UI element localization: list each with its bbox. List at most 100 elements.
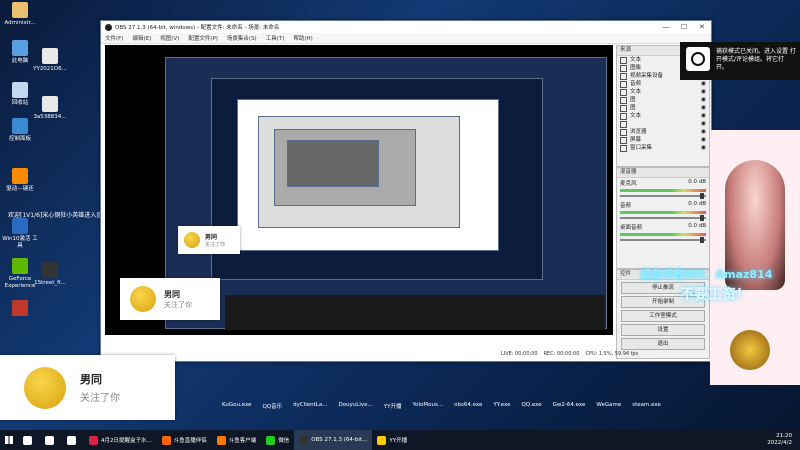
app-label[interactable]: YY开播 — [384, 402, 402, 410]
desktop-icon[interactable]: 驱动—键还 — [0, 168, 40, 193]
minimize-icon[interactable]: — — [657, 23, 675, 31]
taskbar-label: 斗鱼直播伴侣 — [173, 438, 207, 444]
source-item[interactable]: 文本 ◉ — [617, 88, 709, 96]
taskbar-item[interactable]: 斗鱼客户端 — [212, 430, 262, 450]
app-icon — [12, 2, 28, 18]
nested-preview-5 — [274, 129, 416, 206]
app-label[interactable]: steam.exe — [632, 402, 661, 410]
start-button[interactable] — [0, 430, 18, 450]
visibility-icon[interactable]: ◉ — [701, 96, 706, 104]
taskbar-item[interactable] — [40, 430, 62, 450]
desktop-icon[interactable]: Administr... — [0, 2, 40, 27]
source-label: 视频采集设备 — [630, 73, 664, 79]
channel-db: 0.0 dB — [688, 223, 706, 229]
source-item[interactable]: ◉ — [617, 120, 709, 128]
taskbar-item[interactable]: 斗鱼直播伴侣 — [157, 430, 212, 450]
app-label[interactable]: YoloMous... — [413, 402, 444, 410]
visibility-icon[interactable]: ◉ — [701, 144, 706, 152]
desktop-icon-label: Win10激活 工具 — [2, 236, 38, 249]
taskbar-item[interactable] — [18, 430, 40, 450]
nested-preview-3 — [237, 99, 499, 251]
app-icon — [23, 435, 32, 445]
desktop-icon[interactable]: 3a538834... — [30, 96, 70, 121]
app-label[interactable]: dyClientLa... — [293, 402, 327, 410]
menu-item[interactable]: 场景集合(S) — [227, 34, 257, 42]
control-button[interactable]: 退出 — [621, 338, 705, 350]
menu-item[interactable]: 工具(T) — [266, 34, 285, 42]
app-label[interactable]: obs64.exe — [454, 402, 482, 410]
slider-knob[interactable] — [700, 215, 704, 221]
app-label[interactable]: Gw2-64.exe — [553, 402, 586, 410]
obs-titlebar[interactable]: OBS 27.1.3 (64-bit, windows) - 配置文件: 未命名… — [101, 21, 711, 33]
taskbar-clock[interactable]: 21:20 2022/4/2 — [767, 433, 800, 447]
volume-slider[interactable] — [620, 215, 706, 221]
nested-preview-1 — [165, 57, 607, 329]
app-label[interactable]: YY.exe — [493, 402, 510, 410]
mixer-list: 麦克风 0.0 dB 音频 0.0 dB 桌面音频 0.0 dB — [617, 178, 709, 244]
visibility-icon[interactable]: ◉ — [701, 80, 706, 88]
source-item[interactable]: 屏幕 ◉ — [617, 136, 709, 144]
source-type-icon — [620, 72, 627, 80]
menu-item[interactable]: 配置文件(P) — [188, 34, 218, 42]
taskbar-item[interactable]: YY开播 — [372, 430, 412, 450]
menu-item[interactable]: 文件(F) — [105, 34, 123, 42]
volume-slider[interactable] — [620, 237, 706, 243]
app-icon — [89, 435, 98, 445]
desktop-icon[interactable]: 1Street_fi... — [30, 262, 70, 287]
mixer-title: 混音器 — [617, 168, 709, 178]
neon-text-2: 不要工资！ — [680, 287, 750, 303]
channel-name: 音频 — [620, 203, 632, 209]
slider-knob[interactable] — [700, 193, 704, 199]
maximize-icon[interactable]: ☐ — [675, 23, 693, 31]
follower-name: 男同 — [205, 234, 218, 241]
source-type-icon — [620, 144, 627, 152]
taskbar-label: 4月2日提醒盒子水... — [101, 438, 152, 444]
control-button[interactable]: 工作室模式 — [621, 310, 705, 322]
obs-title: OBS 27.1.3 (64-bit, windows) - 配置文件: 未命名… — [115, 25, 280, 31]
mixer-channel: 桌面音频 0.0 dB — [617, 222, 709, 244]
app-label[interactable]: QQ音乐 — [262, 402, 282, 410]
source-item[interactable]: 音频 ◉ — [617, 80, 709, 88]
app-label[interactable]: WeGame — [596, 402, 621, 410]
taskbar-item[interactable]: 微信 — [261, 430, 294, 450]
menu-item[interactable]: 编辑(E) — [132, 34, 151, 42]
taskbar-item[interactable] — [62, 430, 84, 450]
source-label: 浏览器 — [630, 129, 647, 135]
source-item[interactable]: 窗口采集 ◉ — [617, 144, 709, 152]
file-icon — [42, 96, 58, 112]
taskbar-item[interactable]: OBS 27.1.3 (64-bit... — [294, 430, 373, 450]
app-label[interactable]: QQ.exe — [521, 402, 541, 410]
app-label[interactable]: KuGou.exe — [222, 402, 251, 410]
desktop-icon[interactable]: 控制面板 — [0, 118, 40, 143]
desktop-icon[interactable]: YY2021O6... — [30, 48, 70, 73]
source-item[interactable]: 图 ◉ — [617, 104, 709, 112]
control-button[interactable]: 设置 — [621, 324, 705, 336]
source-item[interactable]: 浏览器 ◉ — [617, 128, 709, 136]
source-item[interactable]: 文本 ◉ — [617, 112, 709, 120]
app-icon — [45, 435, 54, 445]
channel-name: 桌面音频 — [620, 225, 643, 231]
visibility-icon[interactable]: ◉ — [701, 112, 706, 120]
source-type-icon — [620, 96, 627, 104]
volume-meter — [620, 189, 706, 192]
channel-db: 0.0 dB — [688, 179, 706, 185]
visibility-icon[interactable]: ◉ — [701, 88, 706, 96]
volume-meter — [620, 211, 706, 214]
menu-item[interactable]: 帮助(H) — [293, 34, 312, 42]
desktop-icon[interactable]: Win10激活 工具 — [0, 218, 40, 250]
volume-slider[interactable] — [620, 193, 706, 199]
source-item[interactable]: 图 ◉ — [617, 96, 709, 104]
follower-avatar — [130, 286, 156, 312]
source-label: 图 — [630, 105, 636, 111]
taskbar-item[interactable]: 4月2日提醒盒子水... — [84, 430, 157, 450]
visibility-icon[interactable]: ◉ — [701, 104, 706, 112]
close-icon[interactable]: ✕ — [693, 23, 711, 31]
visibility-icon[interactable]: ◉ — [701, 128, 706, 136]
desktop-icon-label: 驱动—键还 — [6, 186, 34, 192]
menu-item[interactable]: 视图(V) — [160, 34, 179, 42]
visibility-icon[interactable]: ◉ — [701, 120, 706, 128]
visibility-icon[interactable]: ◉ — [701, 136, 706, 144]
app-label[interactable]: DouyuLive... — [338, 402, 372, 410]
desktop-icon[interactable] — [0, 300, 40, 318]
slider-knob[interactable] — [700, 237, 704, 243]
